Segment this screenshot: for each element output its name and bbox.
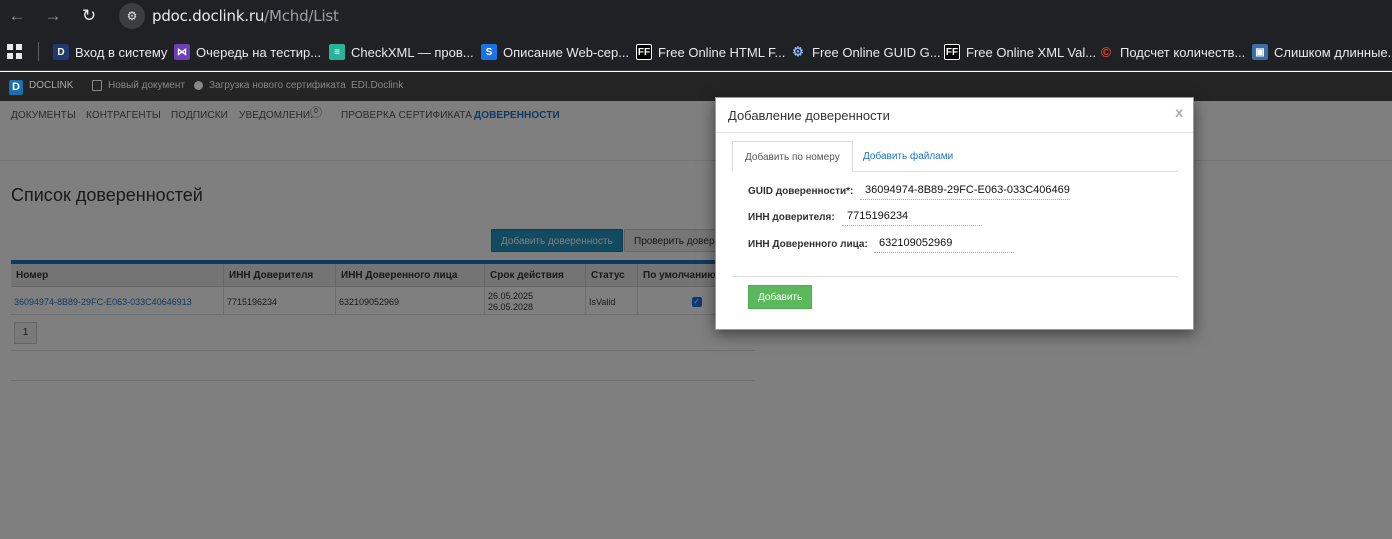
trustee-inn-label: ИНН Доверенного лица: [748,239,868,250]
doclink-d-icon: D [53,44,69,60]
bookmark-login[interactable]: D Вход в систему [53,42,167,62]
bookmark-checkxml[interactable]: ≡ CheckXML — пров... [329,42,474,62]
principal-inn-field[interactable]: 7715196234 [842,210,982,226]
bookmark-label: Free Online GUID G... [812,44,941,60]
guid-field[interactable]: 36094974-8B89-29FC-E063-033C40646913 [860,184,1070,200]
gear-icon: ⚙ [792,44,804,59]
bookmark-label: Описание Web-сер... [503,44,630,60]
bookmark-html-formatter[interactable]: FF Free Online HTML F... [636,42,785,62]
add-button[interactable]: Добавить [748,285,813,309]
brand-name[interactable]: DOCLINK [29,80,73,91]
modal-header-divider [716,132,1193,133]
bookmark-label: Free Online XML Val... [966,44,1097,60]
edi-doclink-link[interactable]: EDI.Doclink [351,80,403,91]
window-icon: ▣ [1252,44,1268,60]
url-field[interactable]: pdoc.doclink.ru/Mchd/List [152,7,339,25]
bookmark-separator [38,42,39,61]
bookmark-label: Вход в систему [75,44,168,60]
close-icon[interactable]: x [1175,104,1183,120]
url-host: pdoc.doclink.ru [152,7,265,25]
modal-footer-divider [732,276,1178,277]
apps-grid-icon[interactable] [7,44,22,59]
bookmark-label: Слишком длинные... [1274,44,1392,60]
bookmark-test-queue[interactable]: ⋈ Очередь на тестир... [174,42,321,62]
ff-icon: FF [636,44,652,60]
tab-add-by-number[interactable]: Добавить по номеру [732,141,853,172]
new-document-link[interactable]: Новый документ [108,80,185,91]
back-arrow-icon[interactable]: ← [6,5,28,27]
visual-studio-icon: ⋈ [174,44,190,60]
bookmark-too-long[interactable]: ▣ Слишком длинные... [1252,42,1392,62]
doclink-logo-icon[interactable]: D [9,80,23,95]
web-service-icon: S [481,44,497,60]
forward-arrow-icon[interactable]: → [42,5,64,27]
trustee-inn-field[interactable]: 632109052969 [874,237,1014,253]
upload-certificate-link[interactable]: Загрузка нового сертификата [209,80,346,91]
guid-label: GUID доверенности*: [748,186,854,197]
bookmark-label: Free Online HTML F... [658,44,786,60]
site-settings-icon[interactable]: ⚙ [119,3,145,29]
bookmark-label: Подсчет количеств... [1120,44,1246,60]
bookmark-label: CheckXML — пров... [351,44,474,60]
bookmark-xml-validator[interactable]: FF Free Online XML Val... [944,42,1096,62]
document-icon [92,80,102,91]
bookmarks-bar: D Вход в систему ⋈ Очередь на тестир... … [0,32,1392,71]
copyright-icon: © [1100,44,1112,60]
bookmark-guid-generator[interactable]: ⚙ Free Online GUID G... [790,42,941,62]
upload-icon [194,81,203,90]
browser-address-bar: ← → ↻ ⚙ pdoc.doclink.ru/Mchd/List [0,0,1392,32]
bookmark-count[interactable]: © Подсчет количеств... [1098,42,1245,62]
url-path: /Mchd/List [264,7,339,25]
tab-add-by-files[interactable]: Добавить файлами [851,141,965,172]
modal-title: Добавление доверенности [728,108,890,123]
reload-icon[interactable]: ↻ [78,5,100,27]
bookmark-label: Очередь на тестир... [196,44,322,60]
checkxml-icon: ≡ [329,44,345,60]
add-poa-modal: Добавление доверенности x Добавить по но… [715,97,1194,330]
ff-icon: FF [944,44,960,60]
principal-inn-label: ИНН доверителя: [748,212,835,223]
bookmark-web-service[interactable]: S Описание Web-сер... [481,42,629,62]
